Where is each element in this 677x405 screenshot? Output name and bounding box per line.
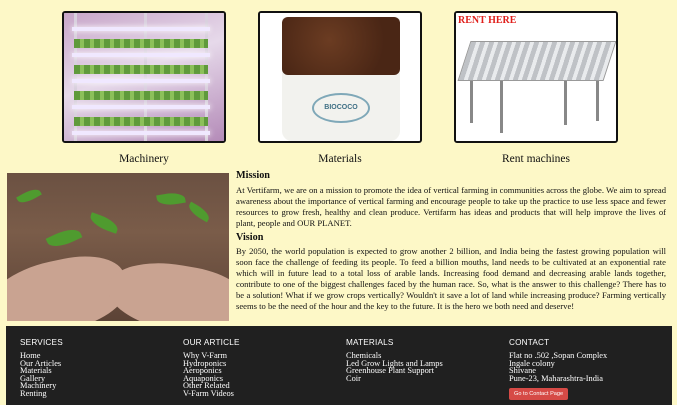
about-text: Mission At Vertifarm, we are on a missio… — [236, 170, 666, 316]
footer-materials: MATERIALS Chemicals Led Grow Lights and … — [346, 338, 443, 382]
footer-articles: OUR ARTICLE Why V-Farm Hydroponics Aerop… — [183, 338, 240, 398]
rent-machines-image[interactable]: RENT HERE — [454, 11, 618, 143]
card-rent-machines[interactable]: RENT HERE Rent machines — [454, 11, 618, 165]
card-caption-rent-machines[interactable]: Rent machines — [454, 153, 618, 165]
machinery-image[interactable] — [62, 11, 226, 143]
card-materials[interactable]: BIOCOCO Materials — [258, 11, 422, 165]
footer-link-coir[interactable]: Coir — [346, 374, 443, 383]
product-cards: Machinery BIOCOCO Materials RENT HERE Re… — [0, 11, 677, 171]
mission-text: At Vertifarm, we are on a mission to pro… — [236, 184, 666, 228]
biococo-logo: BIOCOCO — [312, 93, 370, 123]
footer-link-renting[interactable]: Renting — [20, 389, 63, 398]
card-machinery[interactable]: Machinery — [62, 11, 226, 165]
vision-text: By 2050, the world population is expecte… — [236, 246, 666, 311]
footer-services: SERVICES Home Our Articles Materials Gal… — [20, 338, 63, 398]
mission-heading: Mission — [236, 170, 270, 181]
card-caption-machinery[interactable]: Machinery — [62, 153, 226, 165]
footer-services-heading: SERVICES — [20, 338, 63, 347]
card-caption-materials[interactable]: Materials — [258, 153, 422, 165]
planting-hands-photo — [7, 173, 229, 321]
materials-image[interactable]: BIOCOCO — [258, 11, 422, 143]
footer-articles-heading: OUR ARTICLE — [183, 338, 240, 347]
contact-address-line-4: Pune-23, Maharashtra-India — [509, 373, 603, 383]
contact-page-button[interactable]: Go to Contact Page — [509, 388, 569, 401]
footer-contact-heading: CONTACT — [509, 338, 550, 347]
rent-here-tag: RENT HERE — [458, 15, 517, 26]
footer-contact: CONTACT Flat no .502 ,Sopan Complex Inga… — [509, 338, 607, 401]
footer: SERVICES Home Our Articles Materials Gal… — [6, 326, 672, 405]
footer-link-v-farm-videos[interactable]: V-Farm Videos — [183, 389, 240, 398]
footer-materials-heading: MATERIALS — [346, 338, 394, 347]
vision-heading: Vision — [236, 231, 264, 243]
